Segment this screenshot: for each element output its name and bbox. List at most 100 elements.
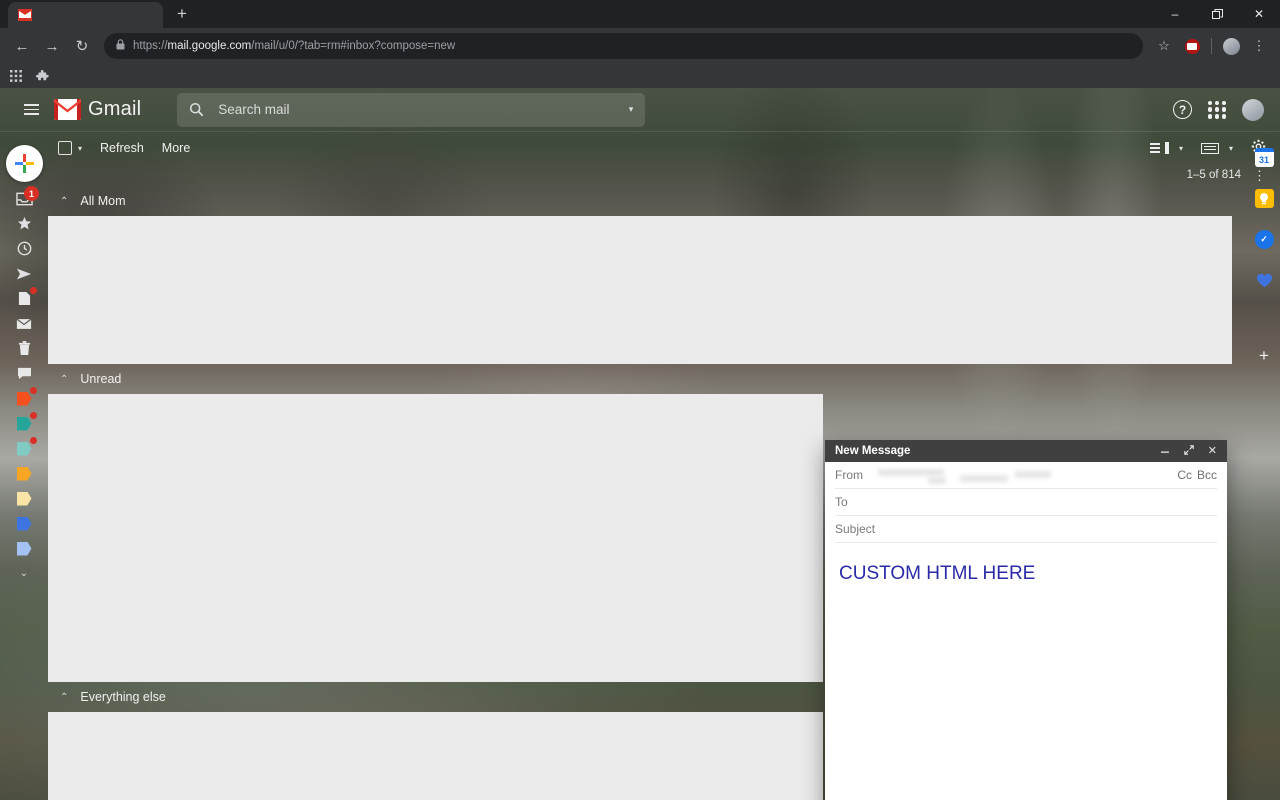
sidebar-item-important[interactable]: [0, 311, 48, 336]
density-caret-icon[interactable]: ▾: [1179, 144, 1183, 153]
sidebar-item-sent[interactable]: [0, 261, 48, 286]
sidebar-item-inbox[interactable]: 1: [0, 186, 48, 211]
compose-header[interactable]: New Message ✕: [825, 440, 1227, 462]
bcc-button[interactable]: Bcc: [1197, 468, 1217, 482]
subject-label: Subject: [835, 522, 876, 536]
inbox-unread-badge: 1: [24, 186, 39, 201]
google-contacts-icon[interactable]: [1255, 271, 1274, 290]
section-header-unread[interactable]: ⌃ Unread: [48, 364, 1280, 394]
forward-button[interactable]: →: [38, 32, 66, 60]
new-tab-button[interactable]: +: [169, 1, 195, 27]
compose-close-icon[interactable]: ✕: [1208, 445, 1217, 457]
from-value-redacted: [960, 475, 1008, 482]
to-field-row[interactable]: To: [835, 489, 1217, 516]
browser-tab[interactable]: [8, 2, 163, 28]
search-input[interactable]: [218, 102, 615, 117]
bookmarks-bar: [0, 64, 1280, 88]
gmail-logo-text: Gmail: [88, 98, 142, 120]
refresh-button[interactable]: Refresh: [100, 141, 144, 155]
toolbar-divider: [1211, 38, 1212, 54]
sidebar-label-orange[interactable]: [0, 386, 48, 411]
collapse-chevron-icon[interactable]: ⌃: [60, 374, 68, 385]
reading-pane-icon[interactable]: ▾: [1200, 142, 1233, 154]
from-value-redacted: [1015, 471, 1051, 478]
browser-tab-strip: + – ✕: [0, 0, 1280, 28]
sidebar-label-teal[interactable]: [0, 411, 48, 436]
google-keep-icon[interactable]: [1254, 189, 1274, 208]
select-all-checkbox[interactable]: [58, 141, 72, 155]
display-density-icon[interactable]: ▾: [1149, 142, 1183, 154]
bookmark-star-icon[interactable]: ☆: [1151, 33, 1177, 59]
gmail-logo-icon: [54, 99, 81, 120]
sidebar-item-chats[interactable]: [0, 361, 48, 386]
window-controls: – ✕: [1154, 0, 1280, 28]
mail-list-block[interactable]: [48, 394, 823, 682]
more-button[interactable]: More: [162, 141, 190, 155]
sidebar-item-drafts[interactable]: [0, 286, 48, 311]
search-bar[interactable]: ▾: [177, 92, 646, 127]
drafts-dot-badge: [30, 287, 37, 294]
reload-button[interactable]: ↻: [68, 32, 96, 60]
sidebar-item-snoozed[interactable]: [0, 236, 48, 261]
reading-pane-caret-icon[interactable]: ▾: [1229, 144, 1233, 153]
apps-grid-icon[interactable]: [10, 70, 22, 82]
sidebar-item-trash[interactable]: [0, 336, 48, 361]
main-menu-icon[interactable]: [12, 91, 50, 129]
google-apps-icon[interactable]: [1208, 100, 1226, 119]
section-header-all-mom[interactable]: ⌃ All Mom: [48, 186, 1280, 216]
cc-button[interactable]: Cc: [1177, 468, 1192, 482]
compose-minimize-icon[interactable]: [1160, 445, 1170, 457]
gmail-favicon: [18, 9, 32, 21]
address-bar[interactable]: https://mail.google.com/mail/u/0/?tab=rm…: [104, 33, 1143, 59]
mail-list-block[interactable]: [48, 712, 823, 800]
sidebar-item-starred[interactable]: [0, 211, 48, 236]
compose-button[interactable]: [6, 145, 43, 182]
gmail-app: Gmail ▾ ? ▾ Refresh More ▾ ▾: [0, 88, 1280, 800]
select-all-caret-icon[interactable]: ▾: [78, 144, 82, 153]
message-body-editor[interactable]: CUSTOM HTML HERE: [825, 543, 1227, 800]
to-label: To: [835, 495, 848, 509]
avatar[interactable]: [1218, 33, 1244, 59]
section-title: All Mom: [80, 194, 126, 208]
add-side-panel-app-button[interactable]: +: [1259, 346, 1269, 366]
sidebar-label-blue[interactable]: [0, 511, 48, 536]
sidebar-label-amber[interactable]: [0, 461, 48, 486]
from-label: From: [835, 468, 863, 482]
section-title: Unread: [80, 372, 122, 386]
message-body-text: CUSTOM HTML HERE: [839, 563, 1036, 584]
right-side-panel: 31 ✓ +: [1248, 132, 1280, 800]
collapse-chevron-icon[interactable]: ⌃: [60, 196, 68, 207]
google-calendar-icon[interactable]: 31: [1254, 148, 1274, 167]
from-value-redacted: [878, 469, 944, 476]
gmail-logo[interactable]: Gmail: [54, 98, 141, 121]
compose-popout-icon[interactable]: [1184, 444, 1194, 458]
lock-icon: [116, 39, 125, 53]
back-button[interactable]: ←: [8, 32, 36, 60]
window-maximize-button[interactable]: [1196, 0, 1238, 28]
compose-title: New Message: [835, 445, 911, 457]
pagination-count: 1–5 of 814: [1186, 169, 1241, 181]
sidebar-label-lightblue[interactable]: [0, 436, 48, 461]
sidebar-label-cream[interactable]: [0, 486, 48, 511]
mail-list-block[interactable]: [48, 216, 1232, 364]
google-tasks-icon[interactable]: ✓: [1254, 230, 1274, 249]
help-icon[interactable]: ?: [1173, 100, 1192, 119]
from-value-redacted: [928, 477, 946, 484]
browser-menu-icon[interactable]: ⋮: [1246, 33, 1272, 59]
window-close-button[interactable]: ✕: [1238, 0, 1280, 28]
url-text: https://mail.google.com/mail/u/0/?tab=rm…: [133, 40, 456, 52]
subject-field-row[interactable]: Subject: [835, 516, 1217, 543]
puzzle-icon[interactable]: [36, 69, 49, 83]
gmail-header: Gmail ▾ ?: [0, 88, 1280, 132]
extension-badge-icon[interactable]: [1179, 33, 1205, 59]
window-minimize-button[interactable]: –: [1154, 0, 1196, 28]
collapse-chevron-icon[interactable]: ⌃: [60, 692, 68, 703]
account-avatar[interactable]: [1242, 98, 1264, 121]
cc-bcc-controls: Cc Bcc: [1177, 468, 1217, 482]
sidebar-label-skyblue[interactable]: [0, 536, 48, 561]
compose-window-controls: ✕: [1160, 444, 1217, 458]
from-field-row[interactable]: From Cc Bcc: [835, 462, 1217, 489]
compose-plus-icon: [15, 154, 34, 173]
sidebar-expand-icon[interactable]: ⌄: [0, 561, 48, 586]
search-options-icon[interactable]: ▾: [629, 104, 634, 115]
